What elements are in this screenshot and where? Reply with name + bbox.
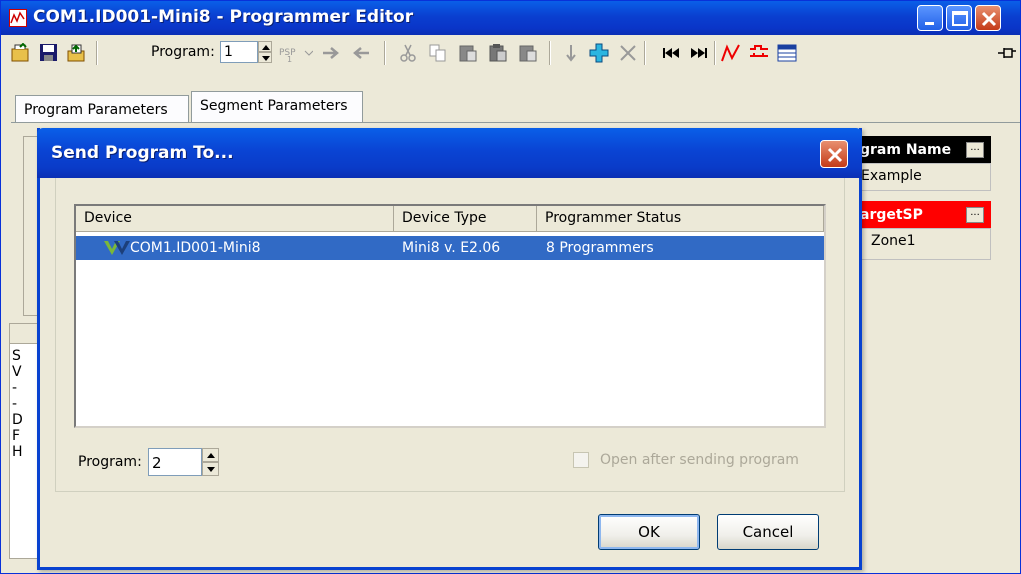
window-title: COM1.ID001-Mini8 - Programmer Editor (33, 7, 414, 27)
grid-letter: V (12, 364, 22, 380)
programmer-status: 8 Programmers (546, 240, 654, 256)
column-header-label: Device Type (402, 210, 487, 226)
open-after-sending-checkbox[interactable] (573, 452, 589, 468)
paste-special-icon[interactable] (488, 43, 508, 63)
toolbar-separator (644, 41, 646, 65)
open-icon[interactable] (11, 42, 31, 63)
target-sp-browse-button[interactable]: ... (966, 207, 984, 223)
window-close-button[interactable] (975, 5, 1001, 31)
program-name-value: Example (861, 168, 922, 184)
chart-icon[interactable] (721, 43, 741, 63)
device-row[interactable]: COM1.ID001-Mini8 Mini8 v. E2.06 8 Progra… (76, 236, 824, 260)
paste-icon[interactable] (458, 43, 478, 63)
toolbar-program-spinner[interactable] (258, 41, 272, 63)
background-left-grid-letters: S V - - D F H (12, 348, 23, 460)
tab-label: Program Parameters (24, 102, 168, 118)
cancel-button[interactable]: Cancel (717, 514, 819, 550)
pin-icon[interactable] (997, 43, 1017, 63)
program-sp-icon[interactable]: PSP 1 (279, 43, 314, 64)
dialog-program-label: Program: (78, 454, 142, 470)
toolbar-program-input[interactable]: 1 (220, 41, 258, 63)
first-segment-icon[interactable] (661, 43, 681, 63)
column-header-label: Programmer Status (545, 210, 682, 226)
target-sp-header-label: argetSP (860, 207, 923, 223)
close-icon (827, 147, 843, 163)
spin-up-button[interactable] (258, 41, 272, 52)
column-header-device-type[interactable]: Device Type (394, 206, 537, 232)
column-header-label: Device (84, 210, 132, 226)
spin-up-button[interactable] (202, 448, 219, 462)
last-segment-icon[interactable] (689, 43, 709, 63)
dialog-close-button[interactable] (820, 140, 848, 168)
upload-icon[interactable] (67, 43, 87, 63)
channel-icon[interactable] (749, 43, 769, 63)
toolbar-separator (714, 41, 716, 65)
app-icon (9, 9, 27, 27)
open-after-sending-label: Open after sending program (600, 452, 799, 468)
target-sp-cell[interactable]: Zone1 (856, 228, 991, 260)
device-list-header: Device Device Type Programmer Status (76, 206, 824, 232)
grid-letter: H (12, 444, 23, 460)
toolbar-program-value: 1 (224, 44, 233, 60)
ok-button[interactable]: OK (598, 514, 700, 550)
program-name-browse-button[interactable]: ... (966, 142, 984, 158)
svg-text:1: 1 (287, 55, 292, 63)
dialog-program-input[interactable]: 2 (148, 448, 202, 476)
back-arrow-icon[interactable] (351, 43, 371, 63)
maximize-button[interactable] (946, 5, 972, 31)
grid-letter: - (12, 380, 18, 396)
insert-down-icon[interactable] (561, 43, 581, 63)
tab-program-parameters[interactable]: Program Parameters (15, 95, 189, 123)
toolbar-separator (96, 41, 98, 65)
toolbar: Program: 1 PSP 1 (1, 35, 1020, 69)
dialog-titlebar[interactable]: Send Program To... (37, 128, 862, 178)
forward-arrow-icon[interactable] (321, 43, 341, 63)
window-titlebar[interactable]: COM1.ID001-Mini8 - Programmer Editor (1, 1, 1020, 35)
ok-button-label: OK (638, 523, 660, 541)
toolbar-separator (549, 41, 551, 65)
toolbar-separator (384, 41, 386, 65)
cancel-button-label: Cancel (742, 523, 794, 541)
tab-segment-parameters[interactable]: Segment Parameters (191, 91, 363, 123)
paste-all-icon[interactable] (518, 43, 538, 63)
delete-icon[interactable] (618, 43, 638, 63)
grid-letter: - (12, 396, 18, 412)
target-sp-value: Zone1 (871, 233, 916, 249)
program-name-cell[interactable]: Example (856, 163, 991, 191)
device-list[interactable]: Device Device Type Programmer Status COM… (74, 204, 826, 428)
device-name: COM1.ID001-Mini8 (130, 240, 261, 256)
dialog-program-value: 2 (152, 454, 162, 472)
grid-icon[interactable] (777, 43, 797, 63)
grid-letter: D (12, 412, 23, 428)
minimize-button[interactable] (917, 5, 943, 31)
column-header-device[interactable]: Device (76, 206, 394, 232)
copy-icon[interactable] (428, 43, 448, 63)
column-header-programmer-status[interactable]: Programmer Status (537, 206, 824, 232)
spin-down-button[interactable] (202, 462, 219, 476)
dialog-title: Send Program To... (51, 143, 234, 163)
save-icon[interactable] (39, 43, 59, 63)
program-name-header-label: gram Name (860, 142, 952, 158)
add-segment-icon[interactable] (589, 43, 609, 63)
toolbar-program-label: Program: (151, 44, 215, 60)
dialog-program-spinner[interactable] (202, 448, 219, 476)
grid-letter: S (12, 348, 21, 364)
grid-letter: F (12, 428, 21, 444)
send-program-dialog: Send Program To... Device Device Type Pr… (37, 128, 862, 570)
device-icon (104, 239, 132, 261)
tab-label: Segment Parameters (200, 98, 348, 114)
spin-down-button[interactable] (258, 52, 272, 63)
device-type: Mini8 v. E2.06 (402, 240, 501, 256)
background-left-grid-header (10, 324, 40, 344)
cut-icon[interactable] (398, 43, 418, 63)
